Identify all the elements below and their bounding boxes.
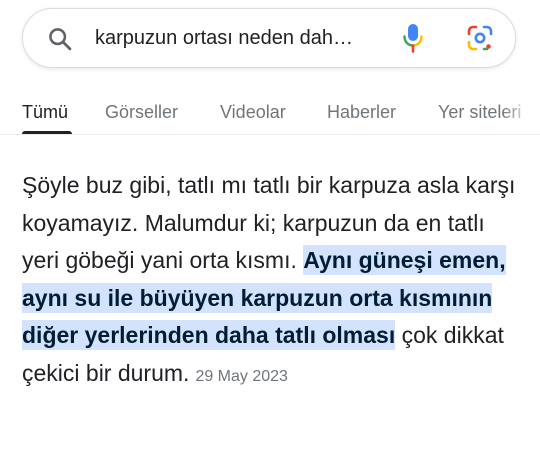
tab-images[interactable]: Görseller: [105, 100, 178, 124]
tab-all[interactable]: Tümü: [22, 100, 68, 124]
google-lens-icon[interactable]: [466, 24, 494, 52]
tabs-fade-overlay: [502, 92, 540, 132]
search-results-page: karpuzun ortası neden dah… Tümü Görselle…: [0, 0, 540, 460]
search-icon[interactable]: [46, 25, 74, 53]
tab-videos[interactable]: Videolar: [220, 100, 286, 124]
active-tab-indicator: [22, 131, 72, 134]
search-tabs: Tümü Görseller Videolar Haberler Yer sit…: [0, 92, 540, 135]
search-input[interactable]: karpuzun ortası neden dah…: [95, 9, 395, 67]
featured-snippet: Şöyle buz gibi, tatlı mı tatlı bir karpu…: [22, 167, 522, 395]
tab-news[interactable]: Haberler: [327, 100, 396, 124]
search-bar[interactable]: karpuzun ortası neden dah…: [22, 8, 516, 68]
mic-icon[interactable]: [401, 22, 425, 54]
snippet-date: 29 May 2023: [195, 367, 288, 385]
